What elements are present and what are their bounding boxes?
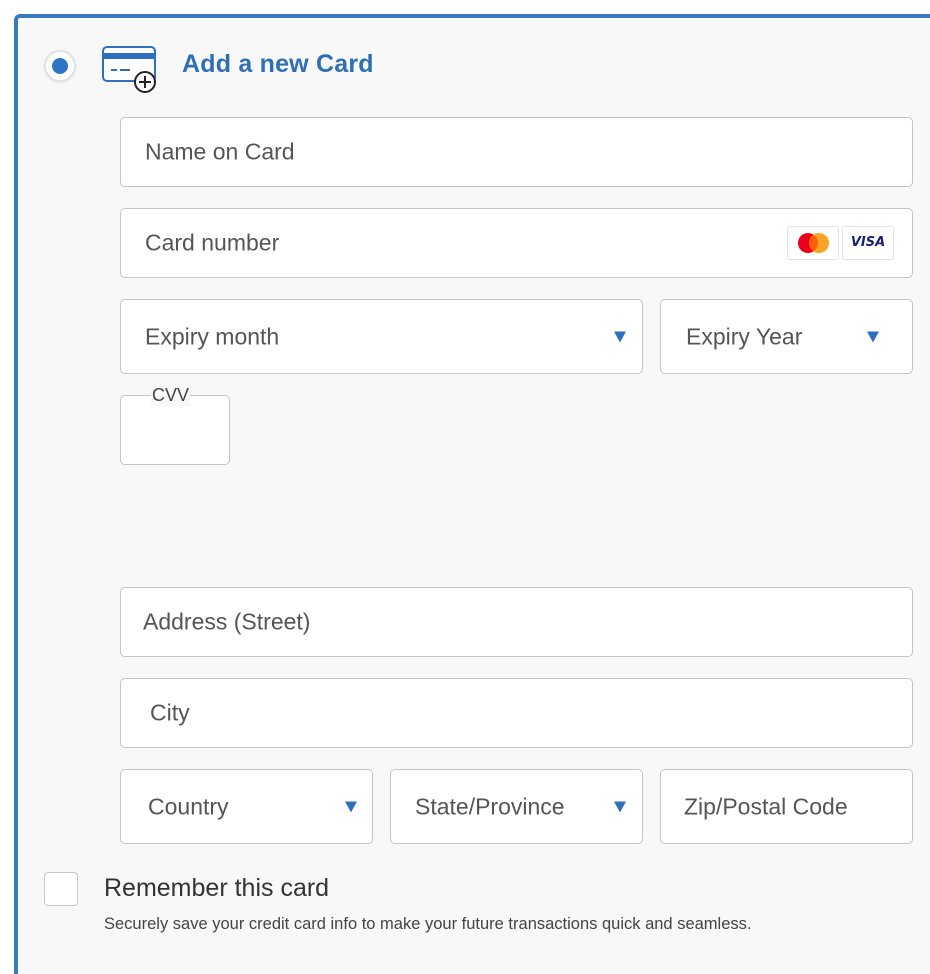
expiry-month-select[interactable]: Expiry month (120, 299, 643, 374)
caret-down-icon (614, 331, 626, 342)
remember-card-checkbox[interactable] (44, 872, 78, 906)
remember-card-description: Securely save your credit card info to m… (104, 915, 752, 933)
name-on-card-input[interactable]: Name on Card (120, 117, 913, 187)
expiry-month-placeholder: Expiry month (145, 323, 280, 349)
card-number-placeholder: Card number (145, 229, 280, 256)
zip-postal-placeholder: Zip/Postal Code (684, 793, 848, 819)
expiry-year-select[interactable]: Expiry Year (660, 299, 913, 374)
visa-logo-icon: VISA (842, 226, 894, 260)
add-card-title: Add a new Card (182, 50, 374, 78)
country-placeholder: Country (148, 793, 229, 819)
caret-down-icon (614, 801, 626, 812)
expiry-year-placeholder: Expiry Year (686, 323, 803, 349)
city-placeholder: City (150, 699, 190, 726)
add-card-radio[interactable] (44, 50, 76, 82)
state-province-select[interactable]: State/Province (390, 769, 643, 844)
radio-selected-dot (52, 58, 68, 74)
address-street-input[interactable]: Address (Street) (120, 587, 913, 657)
credit-card-add-icon (102, 46, 156, 93)
cvv-label: CVV (151, 384, 191, 406)
cvv-input[interactable]: CVV (120, 384, 230, 465)
name-on-card-placeholder: Name on Card (145, 138, 295, 165)
country-select[interactable]: Country (120, 769, 373, 844)
mastercard-logo-icon (787, 226, 839, 260)
address-street-placeholder: Address (Street) (143, 608, 311, 635)
remember-card-label[interactable]: Remember this card (104, 874, 329, 903)
state-province-placeholder: State/Province (415, 793, 565, 819)
city-input[interactable]: City (120, 678, 913, 748)
zip-postal-input[interactable]: Zip/Postal Code (660, 769, 913, 844)
caret-down-icon (345, 801, 357, 812)
caret-down-icon (867, 331, 879, 342)
